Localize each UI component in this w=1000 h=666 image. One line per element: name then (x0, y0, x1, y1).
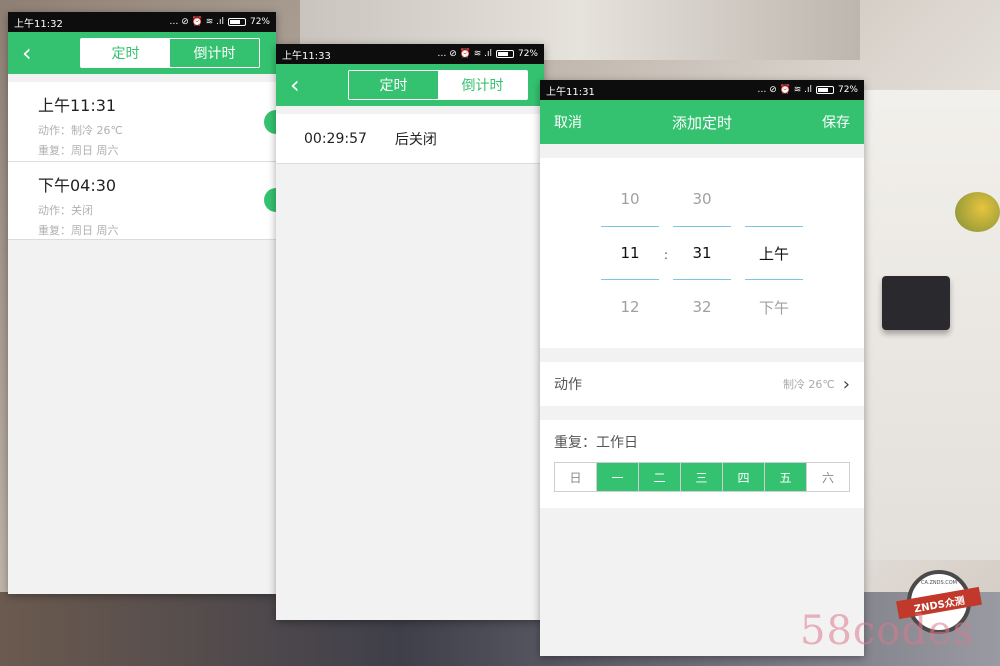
weekday-selector: 日一二三四五六 (554, 462, 850, 492)
minute-picker[interactable]: 30 31 32 (673, 172, 731, 334)
weekday-button[interactable]: 六 (807, 463, 849, 491)
signal-icon: … ⊘ ⏰ ≋ .ıl (437, 49, 492, 59)
timer-toggle[interactable] (264, 188, 276, 212)
repeat-section: 重复：工作日 日一二三四五六 (540, 420, 864, 508)
background-plant (955, 192, 1000, 232)
status-time: 上午11:32 (14, 18, 63, 30)
ampm-picker[interactable]: 上午 下午 (745, 172, 803, 334)
action-value-group: 制冷 26℃ › (783, 374, 850, 395)
back-icon[interactable]: ‹ (22, 41, 32, 65)
background-smart-device (882, 276, 950, 330)
app-bar: ‹ 定时 倒计时 (276, 64, 544, 106)
countdown-time: 00:29:57 (304, 130, 367, 147)
status-bar: 上午11:32 … ⊘ ⏰ ≋ .ıl 72% (8, 12, 276, 32)
tab-switch: 定时 倒计时 (348, 70, 528, 100)
timer-action: 动作：制冷 26℃ (38, 124, 123, 137)
battery-percent: 72% (517, 49, 538, 59)
action-label: 动作 (554, 377, 582, 393)
save-button[interactable]: 保存 (822, 112, 850, 132)
weekday-button[interactable]: 五 (765, 463, 807, 491)
battery-icon (495, 50, 514, 58)
status-time: 上午11:33 (282, 50, 331, 62)
battery-icon (227, 18, 246, 26)
page-title: 添加定时 (671, 113, 732, 132)
picker-option[interactable]: 30 (673, 172, 731, 226)
app-bar: 取消 添加定时 保存 (540, 100, 864, 144)
tab-countdown[interactable]: 倒计时 (170, 39, 259, 67)
signal-icon: … ⊘ ⏰ ≋ .ıl (169, 17, 224, 27)
signal-icon: … ⊘ ⏰ ≋ .ıl (757, 85, 812, 95)
weekday-button[interactable]: 日 (555, 463, 597, 491)
phone-screen-add-timer: 上午11:31 … ⊘ ⏰ ≋ .ıl 72% 取消 添加定时 保存 10 11… (540, 80, 864, 656)
tab-switch: 定时 倒计时 (80, 38, 260, 68)
picker-selected[interactable]: 11 (601, 226, 659, 280)
timer-repeat: 重复：周日 周六 (38, 144, 119, 157)
picker-option[interactable]: 下午 (745, 280, 803, 334)
timer-toggle[interactable] (264, 110, 276, 134)
phone-screen-timer-list: 上午11:32 … ⊘ ⏰ ≋ .ıl 72% ‹ 定时 倒计时 上午11:31… (8, 12, 276, 594)
status-icons: … ⊘ ⏰ ≋ .ıl 72% (169, 17, 270, 27)
repeat-label: 重复：工作日 (554, 435, 638, 451)
phone-screen-countdown: 上午11:33 … ⊘ ⏰ ≋ .ıl 72% ‹ 定时 倒计时 00:29:5… (276, 44, 544, 620)
weekday-button[interactable]: 三 (681, 463, 723, 491)
battery-percent: 72% (249, 17, 270, 27)
time-separator: : (664, 248, 669, 262)
countdown-label: 后关闭 (394, 131, 437, 148)
status-icons: … ⊘ ⏰ ≋ .ıl 72% (437, 49, 538, 59)
app-bar: ‹ 定时 倒计时 (8, 32, 276, 74)
picker-option[interactable]: 12 (601, 280, 659, 334)
picker-selected[interactable]: 31 (673, 226, 731, 280)
status-time: 上午11:31 (546, 86, 595, 98)
action-value: 制冷 26℃ (782, 378, 835, 391)
weekday-button[interactable]: 四 (723, 463, 765, 491)
status-bar: 上午11:31 … ⊘ ⏰ ≋ .ıl 72% (540, 80, 864, 100)
picker-option[interactable] (745, 172, 803, 226)
picker-selected[interactable]: 上午 (745, 226, 803, 280)
tab-countdown[interactable]: 倒计时 (438, 71, 527, 99)
weekday-button[interactable]: 一 (597, 463, 639, 491)
countdown-item[interactable]: 00:29:57 后关闭 (276, 114, 544, 164)
timer-action: 动作：关闭 (38, 204, 93, 217)
timer-item[interactable]: 上午11:31 动作：制冷 26℃ 重复：周日 周六 (8, 82, 276, 162)
action-row[interactable]: 动作 制冷 26℃ › (540, 362, 864, 406)
timer-repeat: 重复：周日 周六 (38, 224, 119, 237)
timer-item[interactable]: 下午04:30 动作：关闭 重复：周日 周六 (8, 162, 276, 240)
picker-option[interactable]: 10 (601, 172, 659, 226)
picker-option[interactable]: 32 (673, 280, 731, 334)
time-picker: 10 11 12 : 30 31 32 上午 下午 (540, 158, 864, 348)
chevron-right-icon: › (842, 373, 850, 395)
site-watermark: 58codes (800, 608, 975, 654)
tab-timer[interactable]: 定时 (81, 39, 170, 67)
weekday-button[interactable]: 二 (639, 463, 681, 491)
cancel-button[interactable]: 取消 (554, 112, 582, 132)
status-icons: … ⊘ ⏰ ≋ .ıl 72% (757, 85, 858, 95)
timer-time: 上午11:31 (38, 96, 117, 115)
back-icon[interactable]: ‹ (290, 73, 300, 97)
battery-icon (815, 86, 834, 94)
battery-percent: 72% (837, 85, 858, 95)
svg-text:CA.ZNDS.COM: CA.ZNDS.COM (921, 580, 957, 586)
timer-time: 下午04:30 (38, 176, 117, 195)
tab-timer[interactable]: 定时 (349, 71, 438, 99)
status-bar: 上午11:33 … ⊘ ⏰ ≋ .ıl 72% (276, 44, 544, 64)
hour-picker[interactable]: 10 11 12 (601, 172, 659, 334)
